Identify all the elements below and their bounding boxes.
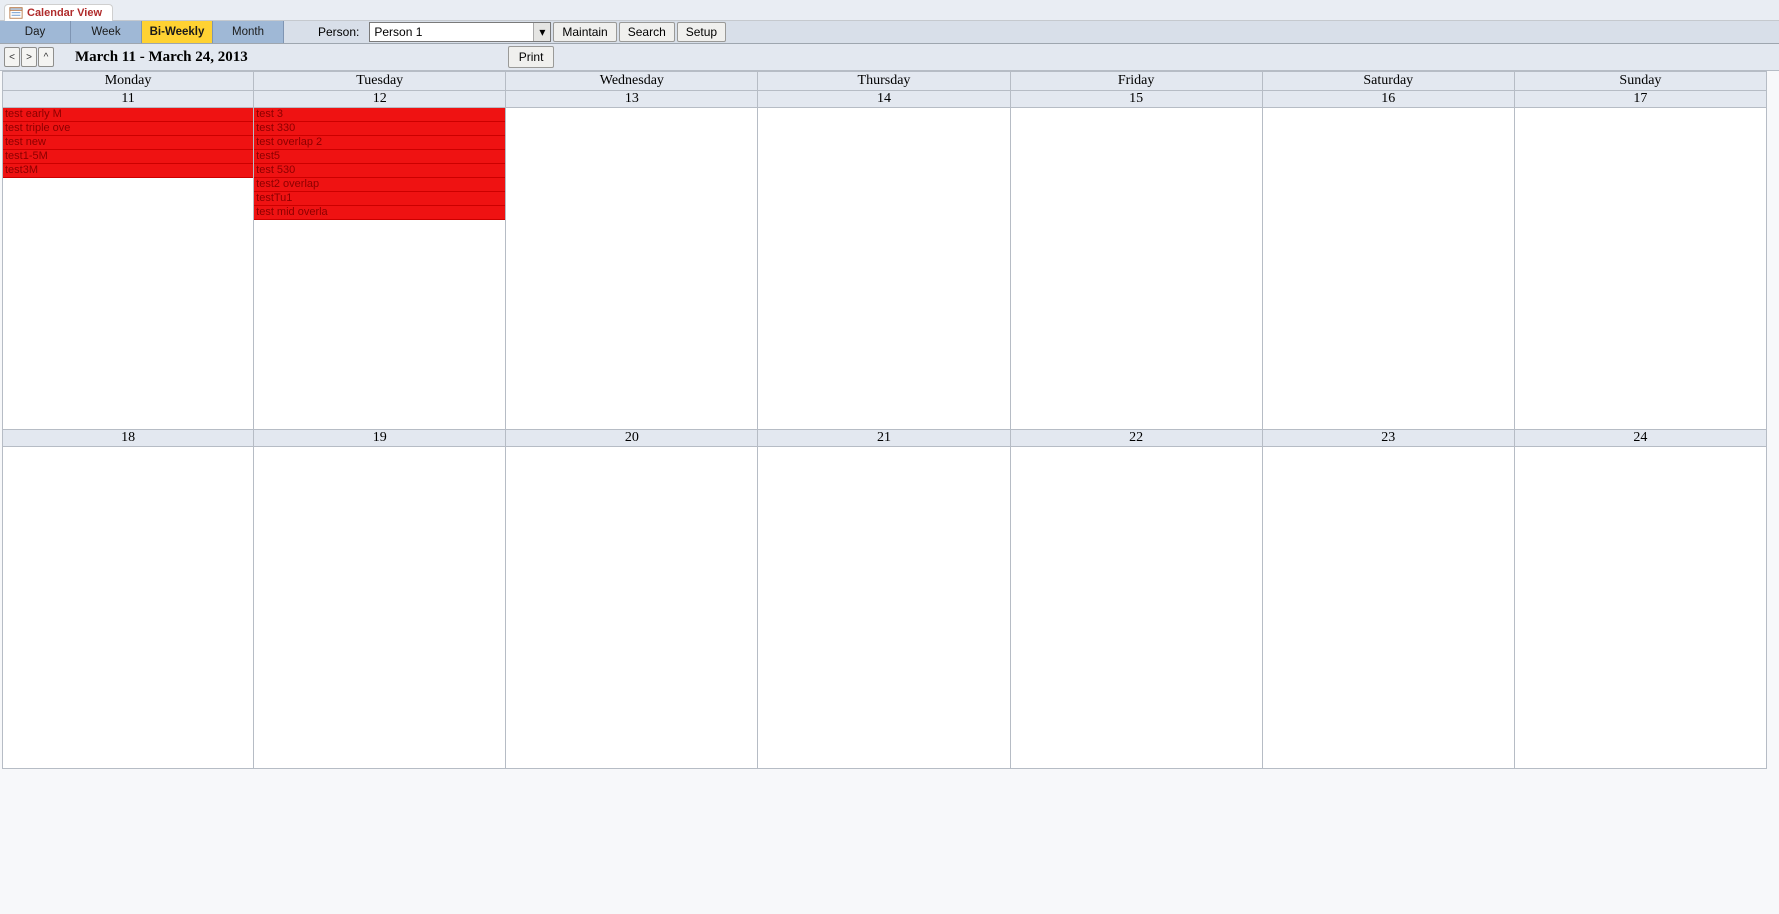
spacer <box>284 21 314 43</box>
day-cell-19[interactable] <box>254 447 506 769</box>
date-header: 15 <box>1011 91 1263 108</box>
day-cell-21[interactable] <box>758 447 1010 769</box>
day-header: Friday <box>1011 71 1263 91</box>
view-toolbar: Day Week Bi-Weekly Month Person: Person … <box>0 21 1779 44</box>
day-header: Saturday <box>1263 71 1515 91</box>
view-tab-biweekly[interactable]: Bi-Weekly <box>142 21 213 43</box>
form-icon <box>9 6 23 20</box>
calendar-event[interactable]: test overlap 2 <box>254 136 505 150</box>
document-tab-calendar-view[interactable]: Calendar View <box>4 4 113 21</box>
calendar-event[interactable]: test5 <box>254 150 505 164</box>
day-cell-22[interactable] <box>1011 447 1263 769</box>
day-cell-24[interactable] <box>1515 447 1767 769</box>
calendar-event[interactable]: test triple ove <box>3 122 253 136</box>
calendar-event[interactable]: testTu1 <box>254 192 505 206</box>
date-header: 21 <box>758 430 1010 447</box>
print-button[interactable]: Print <box>508 46 555 68</box>
date-range-label: March 11 - March 24, 2013 <box>75 49 248 66</box>
day-cell-15[interactable] <box>1011 108 1263 430</box>
date-header: 18 <box>2 430 254 447</box>
calendar-event[interactable]: test2 overlap <box>254 178 505 192</box>
day-header: Wednesday <box>506 71 758 91</box>
person-select-value: Person 1 <box>370 25 533 39</box>
day-cell-12[interactable]: test 3 test 330 test overlap 2 test5 tes… <box>254 108 506 430</box>
date-header: 14 <box>758 91 1010 108</box>
maintain-button[interactable]: Maintain <box>553 22 616 42</box>
week2-date-header: 18 19 20 21 22 23 24 <box>2 430 1767 447</box>
person-select[interactable]: Person 1 ▾ <box>369 22 551 42</box>
day-header: Sunday <box>1515 71 1767 91</box>
person-label: Person: <box>314 21 369 43</box>
calendar-event[interactable]: test 530 <box>254 164 505 178</box>
view-tab-month[interactable]: Month <box>213 21 284 43</box>
document-tab-bar: Calendar View <box>0 0 1779 21</box>
day-cell-18[interactable] <box>2 447 254 769</box>
day-name-header: Monday Tuesday Wednesday Thursday Friday… <box>2 71 1767 91</box>
search-button[interactable]: Search <box>619 22 675 42</box>
date-header: 12 <box>254 91 506 108</box>
day-cell-13[interactable] <box>506 108 758 430</box>
day-cell-11[interactable]: test early M test triple ove test new te… <box>2 108 254 430</box>
day-cell-14[interactable] <box>758 108 1010 430</box>
up-button[interactable]: ^ <box>38 47 54 67</box>
week1-row: test early M test triple ove test new te… <box>2 108 1767 430</box>
setup-button[interactable]: Setup <box>677 22 726 42</box>
prev-button[interactable]: < <box>4 47 20 67</box>
day-cell-23[interactable] <box>1263 447 1515 769</box>
date-header: 23 <box>1263 430 1515 447</box>
calendar-event[interactable]: test mid overla <box>254 206 505 220</box>
view-tab-day[interactable]: Day <box>0 21 71 43</box>
chevron-down-icon: ▾ <box>533 23 550 41</box>
week2-row <box>2 447 1767 769</box>
calendar-event[interactable]: test early M <box>3 108 253 122</box>
week1-date-header: 11 12 13 14 15 16 17 <box>2 91 1767 108</box>
date-header: 20 <box>506 430 758 447</box>
calendar-grid: Monday Tuesday Wednesday Thursday Friday… <box>2 71 1767 769</box>
calendar-event[interactable]: test 330 <box>254 122 505 136</box>
day-cell-20[interactable] <box>506 447 758 769</box>
document-tab-label: Calendar View <box>27 7 102 19</box>
calendar-event[interactable]: test new <box>3 136 253 150</box>
date-header: 24 <box>1515 430 1767 447</box>
date-header: 17 <box>1515 91 1767 108</box>
date-header: 13 <box>506 91 758 108</box>
date-header: 11 <box>2 91 254 108</box>
calendar-event[interactable]: test1-5M <box>3 150 253 164</box>
date-header: 16 <box>1263 91 1515 108</box>
calendar-event[interactable]: test 3 <box>254 108 505 122</box>
day-header: Monday <box>2 71 254 91</box>
calendar-event[interactable]: test3M <box>3 164 253 178</box>
view-tab-week[interactable]: Week <box>71 21 142 43</box>
date-header: 22 <box>1011 430 1263 447</box>
day-header: Thursday <box>758 71 1010 91</box>
day-cell-17[interactable] <box>1515 108 1767 430</box>
day-header: Tuesday <box>254 71 506 91</box>
date-range-bar: < > ^ March 11 - March 24, 2013 Print <box>0 44 1779 71</box>
day-cell-16[interactable] <box>1263 108 1515 430</box>
date-header: 19 <box>254 430 506 447</box>
next-button[interactable]: > <box>21 47 37 67</box>
